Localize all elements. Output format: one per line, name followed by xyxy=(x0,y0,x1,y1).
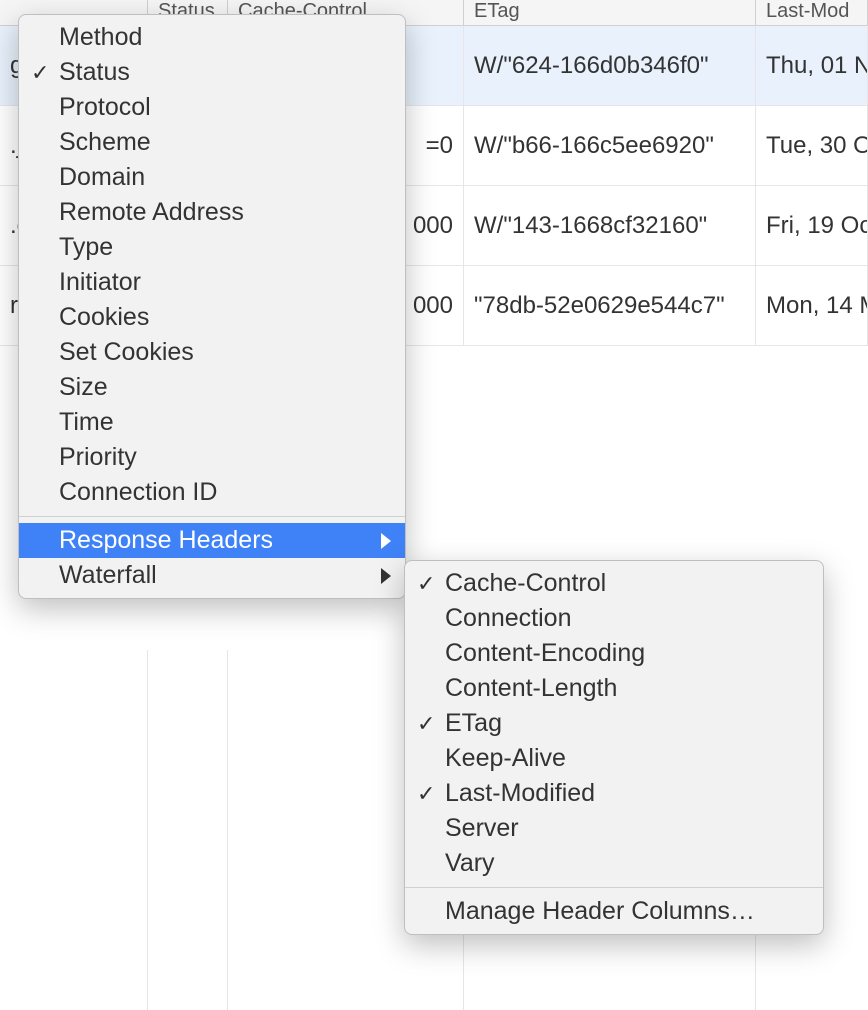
cell-lastmod: Thu, 01 N xyxy=(756,26,868,105)
menu-item-label: Size xyxy=(59,373,391,402)
cell-lastmod: Fri, 19 Oc xyxy=(756,186,868,265)
submenu-item-label: Server xyxy=(445,814,809,843)
menu-item-label: Type xyxy=(59,233,391,262)
menu-item-scheme[interactable]: Scheme xyxy=(19,125,405,160)
menu-item-time[interactable]: Time xyxy=(19,405,405,440)
submenu-item-content-length[interactable]: Content-Length xyxy=(405,671,823,706)
menu-item-label: Waterfall xyxy=(59,561,391,590)
menu-item-label: Priority xyxy=(59,443,391,472)
check-icon: ✓ xyxy=(417,571,445,597)
submenu-item-label: Manage Header Columns… xyxy=(445,897,809,926)
menu-item-label: Set Cookies xyxy=(59,338,391,367)
cell-lastmod: Tue, 30 O xyxy=(756,106,868,185)
menu-item-label: Scheme xyxy=(59,128,391,157)
col-header-lastmodified[interactable]: Last-Mod xyxy=(756,0,868,25)
menu-item-label: Protocol xyxy=(59,93,391,122)
column-divider xyxy=(227,650,228,1010)
cell-etag: W/"143-1668cf32160" xyxy=(464,186,756,265)
menu-item-label: Method xyxy=(59,23,391,52)
cell-etag: W/"b66-166c5ee6920" xyxy=(464,106,756,185)
menu-item-priority[interactable]: Priority xyxy=(19,440,405,475)
menu-separator xyxy=(405,887,823,888)
menu-item-remote-address[interactable]: Remote Address xyxy=(19,195,405,230)
submenu-item-cache-control[interactable]: ✓ Cache-Control xyxy=(405,566,823,601)
cell-etag: W/"624-166d0b346f0" xyxy=(464,26,756,105)
menu-item-initiator[interactable]: Initiator xyxy=(19,265,405,300)
submenu-item-vary[interactable]: Vary xyxy=(405,846,823,881)
menu-item-label: Domain xyxy=(59,163,391,192)
menu-item-response-headers[interactable]: Response Headers xyxy=(19,523,405,558)
submenu-item-keep-alive[interactable]: Keep-Alive xyxy=(405,741,823,776)
response-headers-submenu: ✓ Cache-Control Connection Content-Encod… xyxy=(404,560,824,935)
menu-item-cookies[interactable]: Cookies xyxy=(19,300,405,335)
submenu-item-label: Content-Length xyxy=(445,674,809,703)
menu-item-protocol[interactable]: Protocol xyxy=(19,90,405,125)
menu-item-connection-id[interactable]: Connection ID xyxy=(19,475,405,510)
menu-item-method[interactable]: Method xyxy=(19,20,405,55)
menu-item-label: Connection ID xyxy=(59,478,391,507)
submenu-item-label: Vary xyxy=(445,849,809,878)
submenu-item-last-modified[interactable]: ✓ Last-Modified xyxy=(405,776,823,811)
submenu-item-label: Keep-Alive xyxy=(445,744,809,773)
menu-item-label: Time xyxy=(59,408,391,437)
submenu-item-label: Cache-Control xyxy=(445,569,809,598)
col-header-etag[interactable]: ETag xyxy=(464,0,756,25)
submenu-item-label: Last-Modified xyxy=(445,779,809,808)
submenu-item-etag[interactable]: ✓ ETag xyxy=(405,706,823,741)
menu-item-size[interactable]: Size xyxy=(19,370,405,405)
submenu-item-label: ETag xyxy=(445,709,809,738)
columns-context-menu: Method ✓ Status Protocol Scheme Domain R… xyxy=(18,14,406,599)
menu-item-domain[interactable]: Domain xyxy=(19,160,405,195)
cell-lastmod: Mon, 14 M xyxy=(756,266,868,345)
submenu-item-server[interactable]: Server xyxy=(405,811,823,846)
menu-item-set-cookies[interactable]: Set Cookies xyxy=(19,335,405,370)
menu-item-label: Remote Address xyxy=(59,198,391,227)
check-icon: ✓ xyxy=(31,60,59,86)
menu-item-label: Cookies xyxy=(59,303,391,332)
menu-item-type[interactable]: Type xyxy=(19,230,405,265)
column-divider xyxy=(147,650,148,1010)
submenu-item-label: Content-Encoding xyxy=(445,639,809,668)
submenu-item-label: Connection xyxy=(445,604,809,633)
check-icon: ✓ xyxy=(417,781,445,807)
menu-item-waterfall[interactable]: Waterfall xyxy=(19,558,405,593)
submenu-item-connection[interactable]: Connection xyxy=(405,601,823,636)
submenu-item-content-encoding[interactable]: Content-Encoding xyxy=(405,636,823,671)
menu-item-label: Initiator xyxy=(59,268,391,297)
check-icon: ✓ xyxy=(417,711,445,737)
submenu-item-manage-columns[interactable]: Manage Header Columns… xyxy=(405,894,823,929)
menu-item-label: Response Headers xyxy=(59,526,391,555)
menu-item-label: Status xyxy=(59,58,391,87)
cell-etag: "78db-52e0629e544c7" xyxy=(464,266,756,345)
menu-item-status[interactable]: ✓ Status xyxy=(19,55,405,90)
menu-separator xyxy=(19,516,405,517)
